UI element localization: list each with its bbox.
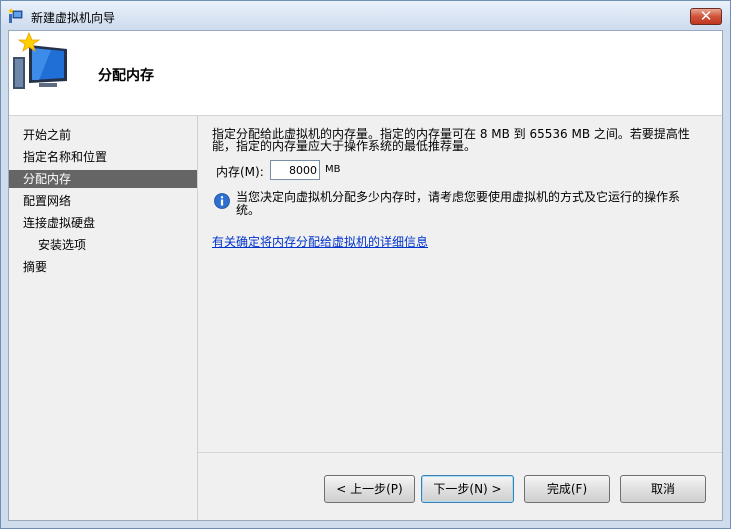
wizard-client-area: 分配内存 开始之前 指定名称和位置 分配内存 配置网络 连接虚拟硬盘 安装选项 … (8, 30, 723, 521)
close-icon: ✕ (699, 7, 713, 25)
nav-item-name-location[interactable]: 指定名称和位置 (9, 148, 197, 166)
close-button[interactable]: ✕ (690, 7, 722, 25)
nav-item-before-you-begin[interactable]: 开始之前 (9, 126, 197, 144)
nav-item-configure-network[interactable]: 配置网络 (9, 192, 197, 210)
memory-label: 内存(M): (216, 165, 264, 179)
window-title: 新建虚拟机向导 (31, 11, 116, 25)
finish-button[interactable]: 完成(F) (524, 475, 610, 503)
nav-item-label: 连接虚拟硬盘 (23, 216, 96, 230)
back-button[interactable]: < 上一步(P) (324, 475, 415, 503)
nav-item-label: 摘要 (23, 260, 48, 274)
wizard-steps-nav: 开始之前 指定名称和位置 分配内存 配置网络 连接虚拟硬盘 安装选项 摘要 (9, 116, 198, 520)
next-button[interactable]: 下一步(N) > (421, 475, 514, 503)
new-computer-star-icon (13, 31, 67, 89)
info-icon (214, 193, 230, 209)
nav-item-label: 开始之前 (23, 128, 72, 142)
memory-input[interactable] (270, 160, 320, 180)
memory-unit: MB (325, 164, 341, 175)
nav-item-label: 配置网络 (23, 194, 72, 208)
cancel-button[interactable]: 取消 (620, 475, 706, 503)
nav-item-summary[interactable]: 摘要 (9, 258, 197, 276)
memory-help-link[interactable]: 有关确定将内存分配给虚拟机的详细信息 (212, 233, 428, 250)
wizard-window: 新建虚拟机向导 ✕ 分配内存 开始之前 指定名称和位置 分配内存 配置网络 连接… (0, 0, 731, 529)
memory-info-text: 当您决定向虚拟机分配多少内存时，请考虑您要使用虚拟机的方式及它运行的操作系统。 (236, 190, 681, 217)
wizard-content: 指定分配给此虚拟机的内存量。指定的内存量可在 8 MB 到 65536 MB 之… (198, 116, 722, 520)
wizard-computer-icon (8, 8, 23, 23)
wizard-header: 分配内存 (9, 31, 722, 116)
nav-item-assign-memory[interactable]: 分配内存 (9, 170, 197, 188)
title-bar[interactable]: 新建虚拟机向导 ✕ (1, 1, 730, 30)
footer-separator (198, 452, 722, 453)
nav-item-install-options[interactable]: 安装选项 (9, 236, 197, 254)
memory-description: 指定分配给此虚拟机的内存量。指定的内存量可在 8 MB 到 65536 MB 之… (212, 127, 690, 153)
nav-item-label: 指定名称和位置 (23, 150, 108, 164)
nav-item-connect-disk[interactable]: 连接虚拟硬盘 (9, 214, 197, 232)
nav-item-label: 安装选项 (38, 238, 87, 252)
page-title: 分配内存 (98, 68, 154, 84)
nav-item-label: 分配内存 (23, 172, 72, 186)
